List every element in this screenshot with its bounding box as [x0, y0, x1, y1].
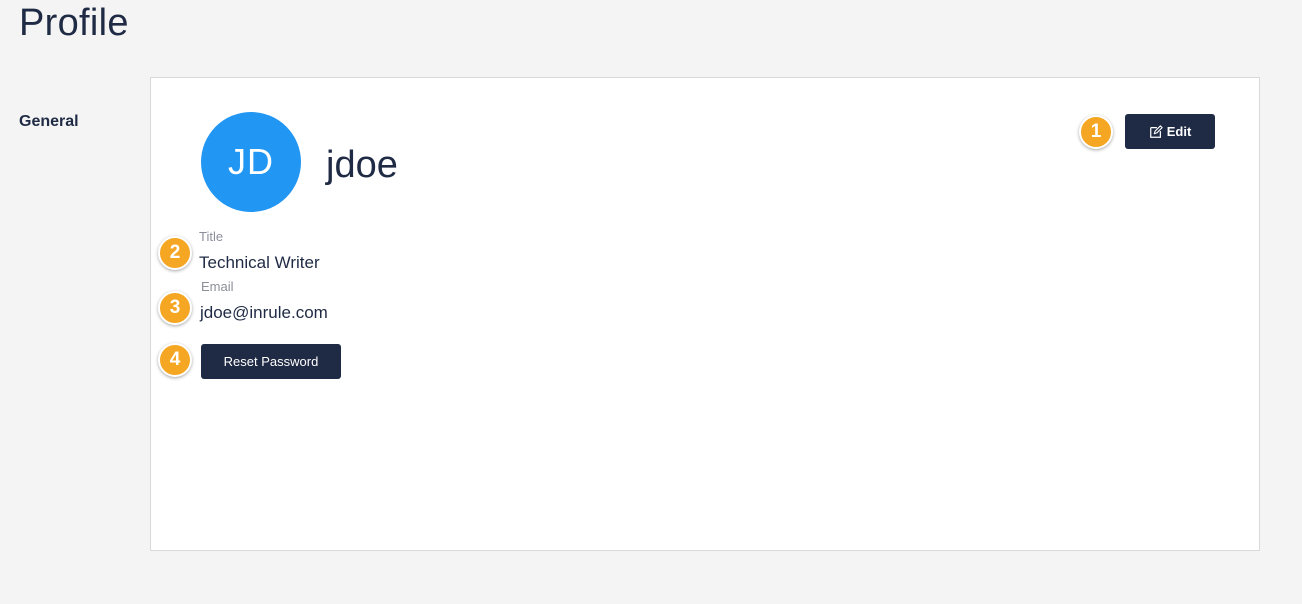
email-label: Email: [201, 279, 234, 294]
callout-marker-3: 3: [158, 291, 192, 325]
title-label: Title: [199, 229, 224, 244]
callout-marker-2: 2: [158, 236, 192, 270]
sidebar-item-general[interactable]: General: [19, 113, 79, 131]
callout-marker-4: 4: [158, 343, 192, 377]
username: jdoe: [326, 144, 398, 186]
avatar: JD: [201, 112, 301, 212]
callout-marker-1: 1: [1079, 115, 1113, 149]
avatar-initials: JD: [228, 141, 274, 182]
reset-password-button[interactable]: Reset Password: [201, 344, 341, 379]
edit-button-label: Edit: [1166, 124, 1192, 139]
email-value: jdoe@inrule.com: [200, 303, 328, 322]
edit-button[interactable]: Edit: [1125, 114, 1215, 149]
edit-icon: [1149, 124, 1163, 138]
page-title: Profile: [19, 2, 129, 44]
title-value: Technical Writer: [199, 253, 320, 272]
